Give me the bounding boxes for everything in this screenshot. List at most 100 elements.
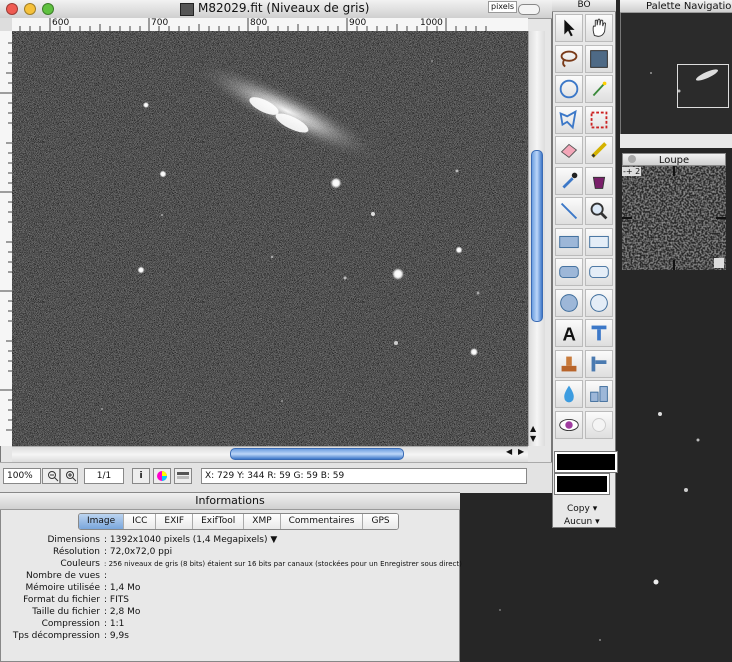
scroll-down-arrow-icon[interactable]: ▼ <box>530 434 536 443</box>
loupe-plus-button[interactable]: + <box>626 167 633 176</box>
blend-mode-select[interactable]: Aucun ▾ <box>564 517 600 527</box>
arrow-tool-button[interactable] <box>555 14 583 42</box>
eraser-tool-button[interactable] <box>555 136 583 164</box>
tab-commentaires[interactable]: Commentaires <box>280 514 364 529</box>
ellipse-select-tool-button[interactable] <box>555 75 583 103</box>
ruler-label: 800 <box>250 18 268 28</box>
navigation-viewport-rect[interactable] <box>677 64 729 108</box>
layout-tool-button[interactable] <box>585 380 613 408</box>
eraser-icon <box>560 143 578 159</box>
info-value: : 2,8 Mo <box>104 607 141 617</box>
ruler-label: 1000 <box>420 18 443 28</box>
rounded-rect-tool-button[interactable] <box>555 258 583 286</box>
line-tool-button[interactable] <box>555 197 583 225</box>
eye-tool-button[interactable] <box>555 410 583 439</box>
stamp-tool-button[interactable] <box>585 319 613 347</box>
ruler-top-ticks <box>19 18 487 31</box>
pencil-tool-button[interactable] <box>585 136 613 164</box>
horizontal-scroll-thumb[interactable] <box>230 448 404 460</box>
vertical-scroll-thumb[interactable] <box>531 150 543 322</box>
filled-rectangle-tool-button[interactable] <box>585 227 613 256</box>
text-tool-button[interactable]: A <box>555 319 583 347</box>
close-button[interactable] <box>6 3 18 15</box>
scroll-up-arrow-icon[interactable]: ▲ <box>530 424 536 433</box>
polygon-lasso-tool-button[interactable] <box>555 105 583 134</box>
tool-palette-title: BO <box>552 0 616 12</box>
eye-icon <box>559 418 579 431</box>
magnifier-icon <box>590 202 608 220</box>
zoom-in-icon <box>66 471 77 482</box>
info-row: Mémoire utilisée: 1,4 Mo <box>0 582 460 594</box>
drop-tool-button[interactable] <box>555 380 583 408</box>
bucket-icon <box>592 176 606 189</box>
document-icon <box>180 3 194 16</box>
eyedropper-icon <box>562 172 578 188</box>
image-canvas[interactable] <box>12 31 528 446</box>
lasso-icon <box>560 50 578 67</box>
oval-icon <box>560 293 578 312</box>
magic-wand-tool-button[interactable] <box>585 75 613 103</box>
toolbar-toggle-button[interactable] <box>518 4 540 15</box>
filled-rounded-rect-tool-button[interactable] <box>585 258 613 286</box>
svg-text:A: A <box>563 323 576 344</box>
info-row: Nombre de vues: <box>0 570 460 582</box>
tab-gps[interactable]: GPS <box>363 514 398 529</box>
loupe-title: Loupe <box>622 153 726 166</box>
minimize-button[interactable] <box>24 3 36 15</box>
info-button[interactable]: i <box>132 468 150 484</box>
copy-mode-label: Copy <box>567 504 590 514</box>
eyedropper-tool-button[interactable] <box>555 166 583 195</box>
color-mode-button[interactable] <box>153 468 171 484</box>
tab-icc[interactable]: ICC <box>124 514 157 529</box>
magnifier-tool-button[interactable] <box>585 197 613 225</box>
window-title: M82029.fit (Niveaux de gris) <box>198 1 370 15</box>
layout-icon <box>590 386 608 402</box>
rect-select-tool-button[interactable] <box>585 44 613 73</box>
caliper-tool-button[interactable] <box>585 349 613 378</box>
info-tabs: Image ICC EXIF ExifTool XMP Commentaires… <box>78 513 399 530</box>
loupe-view <box>622 166 726 270</box>
background-color-swatch[interactable] <box>554 473 610 495</box>
tab-image[interactable]: Image <box>79 514 125 529</box>
zoom-level-select[interactable]: 100% <box>3 468 41 484</box>
loupe-zoom-controls[interactable]: -+ 2 <box>622 167 642 176</box>
scroll-left-arrow-icon[interactable]: ◀ <box>506 447 512 456</box>
rectangle-tool-button[interactable] <box>555 227 583 256</box>
info-label: Mémoire utilisée <box>25 583 100 593</box>
zoom-button[interactable] <box>42 3 54 15</box>
loupe-close-button[interactable] <box>628 155 636 163</box>
info-label: Couleurs <box>60 559 100 569</box>
ruler-label: 900 <box>349 18 367 28</box>
filled-oval-tool-button[interactable] <box>585 288 613 317</box>
loupe-zoom-level: 2 <box>635 167 641 176</box>
info-row: Dimensions: 1392x1040 pixels (1,4 Megapi… <box>0 534 460 546</box>
navigation-footer <box>620 134 732 148</box>
hand-tool-button[interactable] <box>585 14 613 42</box>
scroll-right-arrow-icon[interactable]: ▶ <box>518 447 524 456</box>
info-value: : 9,9s <box>104 631 129 641</box>
rubber-stamp-tool-button[interactable] <box>555 349 583 378</box>
grayscale-mode-button[interactable] <box>174 468 192 484</box>
tab-exiftool[interactable]: ExifTool <box>193 514 245 529</box>
polygon-select-tool-button[interactable] <box>585 105 613 134</box>
info-value: : 72,0x72,0 ppi <box>104 547 173 557</box>
page-indicator[interactable]: 1/1 <box>84 468 124 484</box>
zoom-out-button[interactable] <box>42 468 60 484</box>
zoom-in-button[interactable] <box>60 468 78 484</box>
pencil-icon <box>591 142 607 158</box>
info-row: Compression: 1:1 <box>0 618 460 630</box>
pixel-readout: X: 729 Y: 344 R: 59 G: 59 B: 59 <box>201 468 527 484</box>
oval-tool-button[interactable] <box>555 288 583 317</box>
ruler-unit-select[interactable]: pixels <box>488 1 518 13</box>
ruler-label: 600 <box>52 18 70 28</box>
line-icon <box>560 202 578 220</box>
lasso-tool-button[interactable] <box>555 44 583 73</box>
foreground-color-swatch[interactable] <box>554 451 618 473</box>
info-value[interactable]: : 1392x1040 pixels (1,4 Megapixels) ▼ <box>104 534 277 546</box>
bucket-tool-button[interactable] <box>585 166 613 195</box>
circle-tool-button[interactable] <box>585 410 613 439</box>
copy-mode-select[interactable]: Copy ▾ <box>567 504 597 514</box>
tab-xmp[interactable]: XMP <box>244 514 281 529</box>
blend-mode-label: Aucun <box>564 517 593 527</box>
tab-exif[interactable]: EXIF <box>156 514 194 529</box>
